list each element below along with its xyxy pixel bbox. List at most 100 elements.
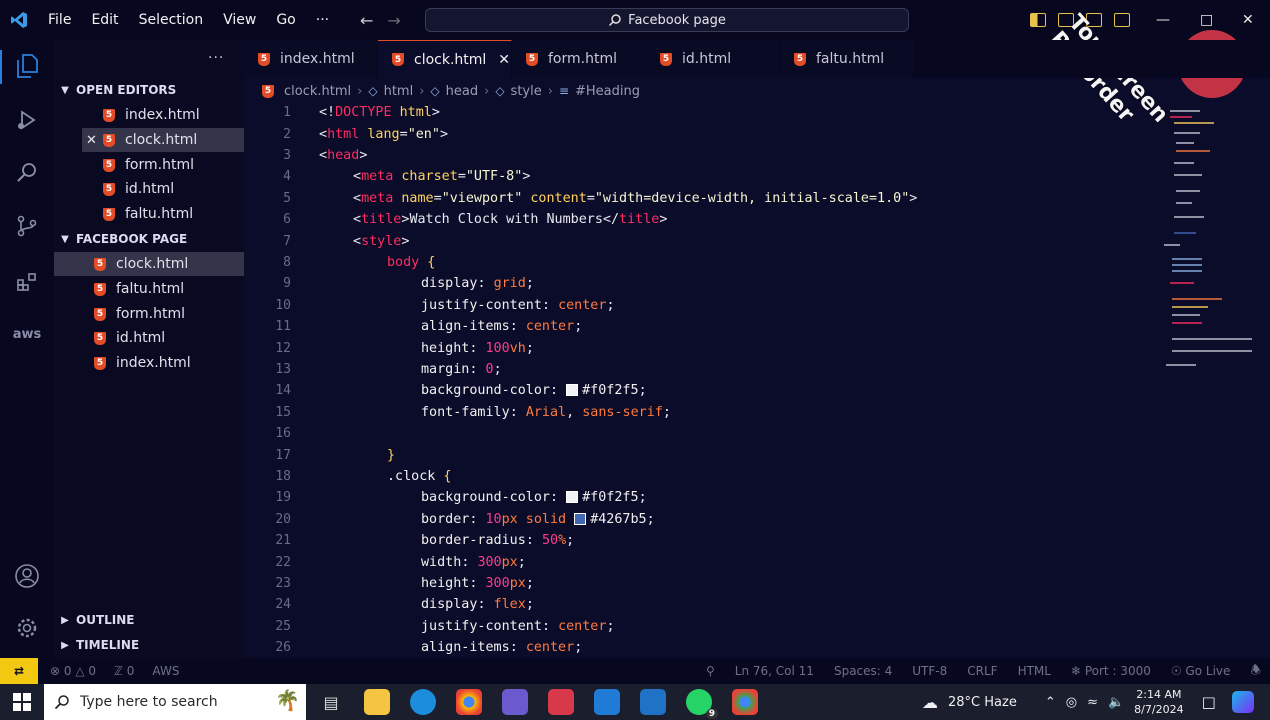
line-number: 19 <box>275 490 291 506</box>
line-content: <title>Watch Clock with Numbers</title> <box>353 212 668 228</box>
open-editors-header[interactable]: ▼ OPEN EDITORS <box>54 78 244 102</box>
screen-recorder-icon[interactable] <box>548 689 574 715</box>
code-line: 4 <meta charset="UTF-8"> <box>244 166 1164 187</box>
line-content: body { <box>387 254 436 270</box>
tab-id[interactable]: 5 id.html <box>646 40 780 78</box>
open-editor-item[interactable]: 5 faltu.html <box>54 202 244 226</box>
ports-indicator[interactable]: ℤ 0 <box>114 664 134 678</box>
golive-button[interactable]: ☉ Go Live <box>1171 664 1231 678</box>
color-swatch[interactable] <box>566 384 579 397</box>
menu-view[interactable]: View <box>213 0 266 40</box>
account-icon[interactable] <box>13 562 41 590</box>
whatsapp-icon[interactable]: 9 <box>686 689 718 719</box>
security-shield-icon[interactable] <box>594 689 620 715</box>
chevron-up-icon[interactable]: ⌃ <box>1045 695 1056 710</box>
close-tab-icon[interactable]: ✕ <box>498 52 510 68</box>
minimize-icon[interactable]: — <box>1156 0 1170 40</box>
extensions-icon[interactable] <box>13 268 41 296</box>
weather-text[interactable]: 28°C Haze <box>948 695 1017 710</box>
indentation[interactable]: Spaces: 4 <box>834 664 892 678</box>
folder-file-item[interactable]: 5 id.html <box>54 326 244 350</box>
close-window-icon[interactable]: ✕ <box>1242 0 1254 40</box>
outline-header[interactable]: ▶ OUTLINE <box>54 608 244 632</box>
timeline-header[interactable]: ▶ TIMELINE <box>54 633 244 657</box>
code-line: 20 border: 10px solid #4267b5; <box>244 509 1164 530</box>
remote-indicator-icon[interactable]: ⇄ <box>0 658 38 684</box>
chrome-profile-icon[interactable] <box>732 689 758 715</box>
source-control-icon[interactable] <box>13 212 41 240</box>
code-line: 13 margin: 0; <box>244 359 1164 380</box>
command-center-search[interactable]: Facebook page <box>425 8 909 32</box>
line-endings[interactable]: CRLF <box>967 664 997 678</box>
sidebar-more-icon[interactable]: ··· <box>208 50 224 66</box>
encoding[interactable]: UTF-8 <box>912 664 947 678</box>
menu-file[interactable]: File <box>38 0 81 40</box>
menu-go[interactable]: Go <box>266 0 305 40</box>
location-icon[interactable]: ◎ <box>1066 695 1077 710</box>
notifications-bell-icon[interactable]: 🕭 <box>1250 661 1261 682</box>
system-clock[interactable]: 2:14 AM 8/7/2024 <box>1134 687 1183 717</box>
language-mode[interactable]: HTML <box>1018 664 1051 678</box>
copilot-tray-icon[interactable] <box>1231 691 1254 713</box>
problems-indicator[interactable]: ⊗ 0 △ 0 <box>50 664 96 678</box>
editor-tabs: 5 index.html 5 clock.html ✕ 5 form.html 5 id… <box>244 40 1270 78</box>
open-editor-item[interactable]: 5 index.html <box>54 103 244 127</box>
run-debug-icon[interactable] <box>13 106 41 134</box>
customize-layout-icon[interactable] <box>1114 13 1130 27</box>
notification-center-icon[interactable]: □ <box>1202 693 1216 711</box>
color-swatch[interactable] <box>566 491 579 504</box>
html5-icon: 5 <box>794 52 806 66</box>
beach-illustration-icon: 🌴 <box>275 688 300 712</box>
open-editor-item-active[interactable]: ✕ 5 clock.html <box>82 128 244 152</box>
breadcrumb-file[interactable]: clock.html <box>284 84 351 99</box>
settings-gear-icon[interactable] <box>13 614 41 642</box>
html5-icon: 5 <box>103 108 115 122</box>
menu-edit[interactable]: Edit <box>81 0 128 40</box>
breadcrumb-head[interactable]: head <box>446 84 478 99</box>
code-editor[interactable]: 1 <!DOCTYPE html> 2 <html lang="en"> 3 <… <box>244 102 1164 658</box>
copilot-icon[interactable] <box>502 689 528 715</box>
cursor-position[interactable]: Ln 76, Col 11 <box>735 664 814 678</box>
folder-file-item[interactable]: 5 faltu.html <box>54 277 244 301</box>
folder-header[interactable]: ▼ FACEBOOK PAGE <box>54 227 244 251</box>
windows-start-icon[interactable] <box>0 684 44 720</box>
line-number: 2 <box>283 126 291 142</box>
timeline-label: TIMELINE <box>76 638 140 652</box>
folder-file-item[interactable]: 5 form.html <box>54 302 244 326</box>
wifi-icon[interactable]: ≈ <box>1087 695 1098 710</box>
taskbar-search[interactable]: Type here to search 🌴 <box>44 684 306 720</box>
chrome-icon[interactable] <box>456 689 482 715</box>
minimap[interactable] <box>1162 102 1256 382</box>
open-editor-item[interactable]: 5 id.html <box>54 177 244 201</box>
explorer-icon[interactable] <box>13 52 41 80</box>
vscode-taskbar-icon[interactable] <box>640 689 666 715</box>
aws-status[interactable]: AWS <box>152 664 179 678</box>
volume-icon[interactable]: 🔈 <box>1108 695 1124 710</box>
line-content: <meta charset="UTF-8"> <box>353 169 531 185</box>
folder-file-item[interactable]: 5 index.html <box>54 351 244 375</box>
forward-arrow-icon[interactable]: → <box>387 11 400 30</box>
breadcrumb-heading[interactable]: #Heading <box>575 84 640 99</box>
tab-index[interactable]: 5 index.html <box>244 40 378 78</box>
task-view-icon[interactable]: ▤ <box>318 689 344 715</box>
menu-more[interactable]: ··· <box>306 0 339 40</box>
close-icon[interactable]: ✕ <box>86 133 97 148</box>
edge-browser-icon[interactable] <box>410 689 436 715</box>
open-editor-item[interactable]: 5 form.html <box>54 153 244 177</box>
tab-clock[interactable]: 5 clock.html ✕ <box>378 40 512 78</box>
menu-selection[interactable]: Selection <box>129 0 214 40</box>
breadcrumb-style[interactable]: style <box>511 84 542 99</box>
zoom-icon[interactable]: ⚲ <box>706 664 715 678</box>
breadcrumb-html[interactable]: html <box>384 84 414 99</box>
tab-faltu[interactable]: 5 faltu.html <box>780 40 914 78</box>
search-sidebar-icon[interactable] <box>13 158 41 186</box>
port-status[interactable]: ❄ Port : 3000 <box>1071 664 1151 678</box>
toggle-sidebar-icon[interactable] <box>1030 13 1046 27</box>
folder-file-item-active[interactable]: 5 clock.html <box>54 252 244 276</box>
color-swatch[interactable] <box>574 512 587 525</box>
file-explorer-icon[interactable] <box>364 689 390 715</box>
aws-icon[interactable]: aws <box>13 320 42 348</box>
errors-count: 0 <box>63 664 72 678</box>
tab-form[interactable]: 5 form.html <box>512 40 646 78</box>
back-arrow-icon[interactable]: ← <box>360 11 373 30</box>
